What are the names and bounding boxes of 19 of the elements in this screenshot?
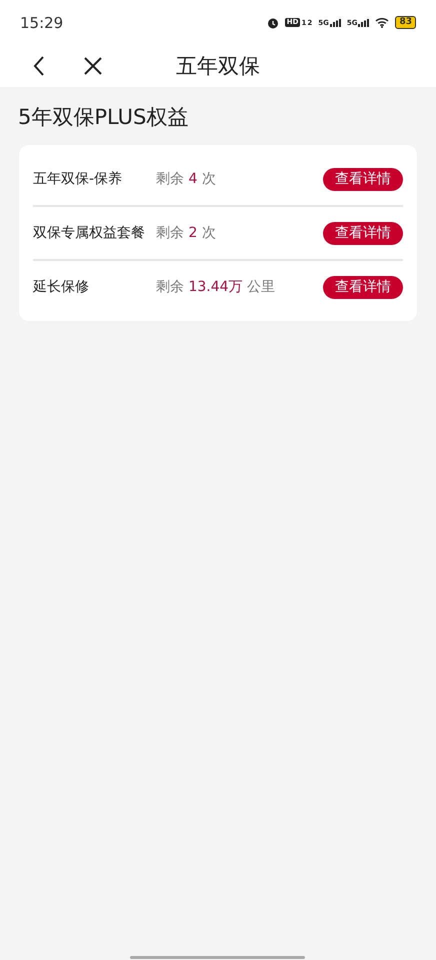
signal-icon [330, 18, 341, 26]
details-button[interactable]: 查看详情 [323, 168, 403, 190]
details-button[interactable]: 查看详情 [323, 276, 403, 298]
benefit-name: 双保专属权益套餐 [33, 224, 146, 242]
benefit-name: 五年双保-保养 [33, 170, 124, 188]
alarm-icon [266, 16, 279, 28]
remaining-text: 剩余 4 次 [156, 170, 217, 188]
signal-icon [358, 18, 370, 26]
wifi-icon [375, 17, 390, 28]
remaining-text: 剩余 13.44万 公里 [156, 278, 276, 296]
close-icon [83, 56, 103, 76]
details-button[interactable]: 查看详情 [323, 222, 403, 244]
status-time: 15:29 [20, 14, 64, 32]
benefit-name: 延长保修 [33, 278, 90, 296]
battery-indicator: 83 [395, 16, 416, 29]
remaining-text: 剩余 2 次 [156, 224, 217, 242]
page-title: 五年双保 [176, 53, 260, 80]
section-title: 5年双保PLUS权益 [18, 104, 190, 131]
back-icon [33, 56, 45, 76]
